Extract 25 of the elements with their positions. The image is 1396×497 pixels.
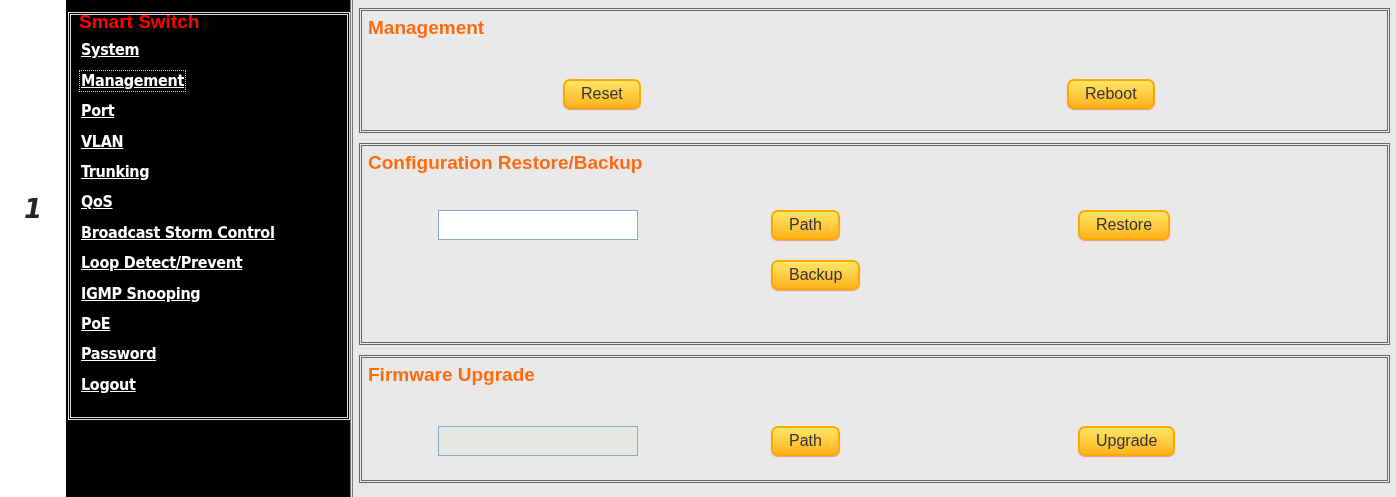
nav-link[interactable]: Logout (79, 373, 138, 396)
section-title: Configuration Restore/Backup (368, 152, 644, 174)
nav-link[interactable]: System (79, 39, 142, 62)
nav-link[interactable]: Trunking (79, 160, 152, 183)
nav-link[interactable]: Password (79, 343, 159, 366)
action-button[interactable]: Backup (771, 260, 861, 290)
action-button[interactable]: Path (771, 210, 840, 240)
nav-link[interactable]: VLAN (79, 130, 126, 153)
nav-link[interactable]: Management (79, 69, 186, 92)
sidebar-title: Smart Switch (79, 13, 201, 31)
section-title: Firmware Upgrade (368, 364, 536, 386)
nav-link[interactable]: IGMP Snooping (79, 282, 203, 305)
nav-link[interactable]: Port (79, 100, 117, 123)
nav-link[interactable]: PoE (79, 312, 113, 335)
action-button[interactable]: Upgrade (1078, 426, 1176, 456)
action-button[interactable]: Restore (1078, 210, 1171, 240)
action-button[interactable]: Path (771, 426, 840, 456)
section-title: Management (368, 17, 486, 39)
nav-link[interactable]: Loop Detect/Prevent (79, 252, 245, 275)
action-button[interactable]: Reset (563, 79, 641, 109)
nav-link[interactable]: Broadcast Storm Control (79, 221, 277, 244)
nav-link[interactable]: QoS (79, 191, 115, 214)
action-button[interactable]: Reboot (1067, 79, 1155, 109)
page-number: 1 (23, 193, 43, 224)
path-field[interactable] (438, 210, 638, 240)
